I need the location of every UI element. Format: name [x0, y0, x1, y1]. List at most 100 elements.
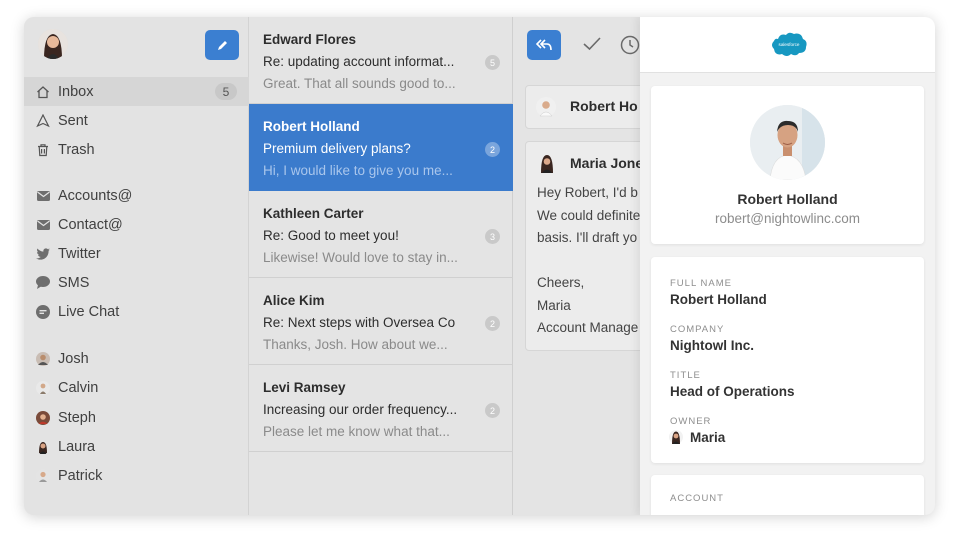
thread-message-expanded: Maria Jone Hey Robert, I'd b We could de… [525, 141, 641, 351]
crm-header: salesforce [640, 17, 935, 73]
message-preview: Thanks, Josh. How about we... [263, 337, 448, 352]
contact-details-card: FULL NAME Robert Holland COMPANY Nightow… [651, 257, 924, 463]
sidebar-item-trash[interactable]: Trash [24, 135, 249, 164]
body-line: Cheers, [537, 275, 585, 290]
crm-sidebar-panel: salesforce Robert Holland robert@nightow… [640, 17, 935, 515]
sidebar-item-live-chat[interactable]: Live Chat [24, 297, 249, 326]
message-row-selected[interactable]: Robert Holland Premium delivery plans? H… [249, 104, 513, 191]
sidebar-item-sms[interactable]: SMS [24, 268, 249, 297]
calvin-avatar [34, 379, 52, 397]
mail-icon [34, 216, 52, 234]
owner-value[interactable]: Maria [690, 430, 725, 445]
message-sender: Levi Ramsey [263, 380, 346, 395]
owner-avatar [669, 430, 683, 444]
reply-all-button[interactable] [527, 30, 561, 60]
thread-count-badge: 5 [485, 55, 500, 70]
sidebar-item-person-calvin[interactable]: Calvin [24, 373, 249, 402]
full-name-label: FULL NAME [670, 278, 732, 289]
message-sender: Edward Flores [263, 32, 357, 47]
robert-avatar [536, 97, 556, 117]
sidebar-item-person-josh[interactable]: Josh [24, 344, 249, 373]
message-row[interactable]: Alice Kim Re: Next steps with Oversea Co… [249, 278, 513, 365]
body-line: basis. I'll draft yo [537, 230, 638, 245]
sidebar-item-sent[interactable]: Sent [24, 106, 249, 135]
unread-count-badge: 5 [215, 83, 237, 100]
josh-avatar [34, 350, 52, 368]
salesforce-logo-text: salesforce [779, 42, 800, 47]
app-window: Inbox 5 Sent Trash Accounts@ Contact@ Tw… [24, 17, 935, 515]
sidebar-item-label: Laura [58, 438, 96, 455]
message-row[interactable]: Kathleen Carter Re: Good to meet you! Li… [249, 191, 513, 278]
sidebar-item-label: Patrick [58, 467, 103, 484]
thread-sender-name: Maria Jone [570, 155, 641, 171]
sidebar-item-label: Contact@ [58, 216, 123, 233]
body-line: We could definite [537, 207, 641, 223]
sidebar-item-label: Calvin [58, 379, 99, 396]
sidebar-item-label: SMS [58, 274, 90, 291]
message-subject: Re: updating account informat... [263, 54, 455, 69]
body-line: Hey Robert, I'd b [537, 185, 638, 200]
checkmark-icon[interactable] [582, 35, 602, 58]
sidebar-item-inbox[interactable]: Inbox 5 [24, 77, 249, 106]
account-card: ACCOUNT [651, 475, 924, 515]
message-row[interactable]: Levi Ramsey Increasing our order frequen… [249, 365, 513, 452]
trash-icon [34, 141, 52, 159]
pencil-icon [217, 40, 227, 50]
message-subject: Premium delivery plans? [263, 141, 411, 156]
company-value[interactable]: Nightowl Inc. [670, 338, 754, 353]
thread-count-badge: 3 [485, 229, 500, 244]
home-icon [34, 83, 52, 101]
live-chat-icon [34, 303, 52, 321]
sidebar-item-contact[interactable]: Contact@ [24, 210, 249, 239]
message-preview: Great. That all sounds good to... [263, 76, 456, 91]
company-label: COMPANY [670, 324, 725, 335]
message-subject: Re: Next steps with Oversea Co [263, 315, 456, 330]
thread-count-badge: 2 [485, 316, 500, 331]
sidebar-item-label: Accounts@ [58, 187, 133, 204]
thread-message-collapsed[interactable]: Robert Ho [525, 85, 641, 129]
twitter-icon [34, 245, 52, 263]
message-list: Edward Flores Re: updating account infor… [249, 17, 513, 515]
message-row[interactable]: Edward Flores Re: updating account infor… [249, 17, 513, 104]
message-sender: Robert Holland [263, 119, 360, 134]
body-line: Account Manage [537, 320, 639, 335]
sidebar-item-label: Josh [58, 350, 89, 367]
message-body: Hey Robert, I'd b We could definite basi… [537, 182, 640, 340]
salesforce-logo[interactable]: salesforce [770, 31, 808, 58]
maria-avatar [537, 153, 557, 173]
mail-icon [34, 187, 52, 205]
contact-photo [750, 105, 825, 180]
message-sender: Alice Kim [263, 293, 325, 308]
contact-email[interactable]: robert@nightowlinc.com [651, 211, 924, 226]
message-subject: Re: Good to meet you! [263, 228, 399, 243]
sidebar-item-label: Sent [58, 112, 88, 129]
message-preview: Hi, I would like to give you me... [263, 163, 453, 178]
body-line [537, 250, 640, 273]
sidebar-item-label: Steph [58, 409, 96, 426]
account-label: ACCOUNT [670, 493, 724, 504]
sidebar-item-person-patrick[interactable]: Patrick [24, 461, 249, 490]
contact-name: Robert Holland [737, 191, 838, 207]
sidebar-item-person-steph[interactable]: Steph [24, 403, 249, 432]
sidebar: Inbox 5 Sent Trash Accounts@ Contact@ Tw… [24, 17, 249, 515]
full-name-value: Robert Holland [670, 292, 767, 307]
sidebar-item-accounts[interactable]: Accounts@ [24, 181, 249, 210]
sidebar-item-label: Trash [58, 141, 95, 158]
message-preview: Please let me know what that... [263, 424, 450, 439]
user-avatar[interactable] [38, 29, 68, 59]
reply-all-icon [536, 39, 552, 51]
chat-bubble-icon [34, 274, 52, 292]
reading-pane: Robert Ho Maria Jone Hey Robert, I'd b W… [513, 17, 641, 515]
thread-count-badge: 2 [485, 142, 500, 157]
clock-icon[interactable] [620, 35, 640, 60]
message-subject: Increasing our order frequency... [263, 402, 458, 417]
sidebar-item-label: Inbox [58, 83, 94, 100]
sidebar-item-label: Twitter [58, 245, 101, 262]
sidebar-item-twitter[interactable]: Twitter [24, 239, 249, 268]
laura-avatar [34, 438, 52, 456]
compose-button[interactable] [205, 30, 239, 60]
title-value: Head of Operations [670, 384, 795, 399]
sidebar-item-person-laura[interactable]: Laura [24, 432, 249, 461]
message-preview: Likewise! Would love to stay in... [263, 250, 458, 265]
patrick-avatar [34, 467, 52, 485]
